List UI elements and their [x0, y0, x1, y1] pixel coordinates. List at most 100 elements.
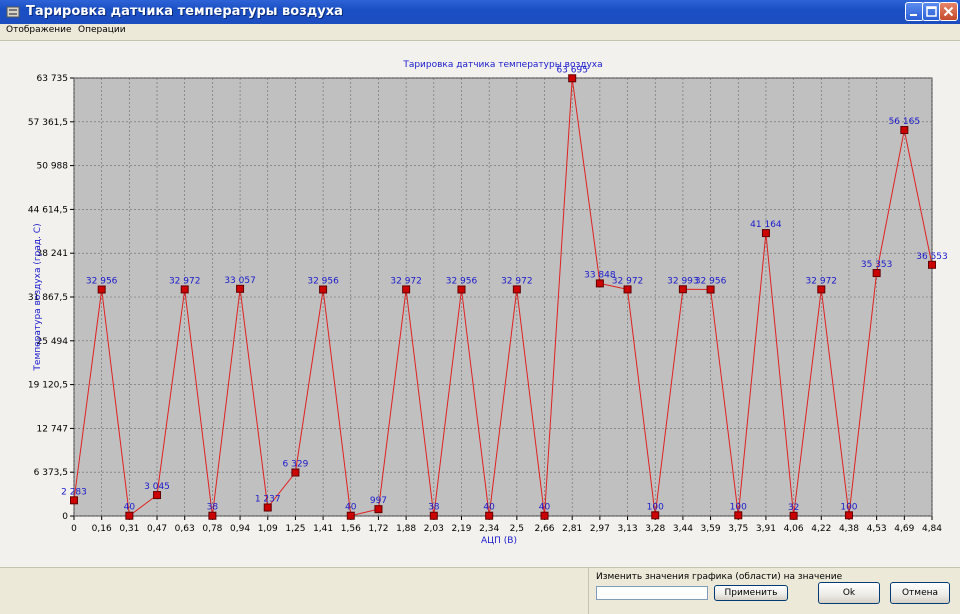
y-tick-label: 50 988	[37, 162, 69, 172]
y-tick-label: 6 373,5	[34, 468, 68, 478]
data-point	[346, 511, 355, 520]
data-point	[153, 491, 162, 500]
data-point	[512, 285, 521, 294]
data-point	[319, 285, 328, 294]
data-point	[457, 285, 466, 294]
data-point	[900, 126, 909, 135]
ok-button[interactable]: Ok	[818, 582, 880, 604]
x-tick-label: 4,53	[867, 524, 887, 534]
minimize-icon	[910, 14, 917, 16]
maximize-icon	[926, 6, 937, 17]
data-label: 100	[647, 502, 664, 512]
x-tick-label: 0,31	[119, 524, 139, 534]
data-label: 1 237	[255, 494, 281, 504]
data-label: 41 164	[750, 220, 782, 230]
y-axis-label: Температура воздуха (град. С)	[33, 223, 43, 371]
apply-button[interactable]: Применить	[714, 585, 788, 601]
cancel-button[interactable]: Отмена	[890, 582, 950, 604]
close-button[interactable]	[939, 2, 958, 21]
x-tick-label: 3,44	[673, 524, 693, 534]
data-label: 32 972	[806, 276, 838, 286]
x-tick-label: 2,97	[590, 524, 610, 534]
data-label: 38	[428, 503, 440, 513]
data-point	[817, 285, 826, 294]
data-label: 40	[345, 503, 357, 513]
data-point	[429, 511, 438, 520]
x-tick-label: 1,88	[396, 524, 416, 534]
data-label: 32 956	[307, 277, 339, 287]
data-label: 56 165	[889, 117, 921, 127]
data-point	[180, 285, 189, 294]
y-tick-label: 12 747	[37, 424, 69, 434]
x-tick-label: 4,69	[894, 524, 914, 534]
data-label: 32 972	[390, 276, 422, 286]
data-point	[623, 285, 632, 294]
x-tick-label: 4,84	[922, 524, 942, 534]
data-label: 100	[840, 502, 857, 512]
change-value-label: Изменить значения графика (области) на з…	[596, 572, 843, 582]
x-tick-label: 3,28	[645, 524, 665, 534]
window-title: Тарировка датчика температуры воздуха	[26, 4, 343, 19]
y-tick-label: 19 120,5	[28, 381, 68, 391]
data-label: 40	[124, 503, 136, 513]
data-label: 63 695	[556, 65, 588, 75]
data-label: 38	[207, 503, 219, 513]
data-label: 32 972	[501, 276, 533, 286]
x-tick-label: 0,94	[230, 524, 250, 534]
data-point	[291, 468, 300, 477]
data-label: 3 045	[144, 482, 170, 492]
data-point	[678, 285, 687, 294]
app-icon	[6, 6, 20, 18]
data-label: 36 553	[916, 252, 948, 262]
data-point	[789, 511, 798, 520]
menu-bar: Отображение Операции	[0, 24, 960, 40]
x-tick-label: 1,09	[258, 524, 278, 534]
x-axis-label: АЦП (В)	[481, 536, 517, 546]
data-point	[208, 511, 217, 520]
data-point	[928, 260, 936, 269]
x-tick-label: 0,63	[175, 524, 195, 534]
data-point	[70, 496, 78, 505]
data-point	[595, 279, 604, 288]
x-tick-label: 2,81	[562, 524, 582, 534]
value-input[interactable]	[596, 586, 708, 600]
menu-operations[interactable]: Операции	[78, 25, 126, 35]
x-tick-label: 1,56	[341, 524, 361, 534]
footer-panel: Изменить значения графика (области) на з…	[0, 568, 960, 614]
x-tick-label: 4,22	[811, 524, 831, 534]
data-label: 32 972	[169, 276, 201, 286]
data-point	[485, 511, 494, 520]
menu-display[interactable]: Отображение	[6, 25, 72, 35]
x-tick-label: 3,13	[618, 524, 638, 534]
y-tick-label: 44 614,5	[28, 205, 68, 215]
data-label: 33 057	[224, 276, 256, 286]
data-point	[651, 511, 660, 520]
data-label: 32 956	[695, 277, 727, 287]
x-tick-label: 4,06	[784, 524, 804, 534]
x-tick-label: 1,25	[285, 524, 305, 534]
y-tick-label: 57 361,5	[28, 118, 68, 128]
data-point	[374, 505, 383, 514]
data-point	[706, 285, 715, 294]
data-point	[125, 511, 134, 520]
close-icon	[943, 6, 954, 17]
data-label: 6 329	[283, 460, 309, 470]
data-point	[97, 285, 106, 294]
data-point	[872, 269, 881, 278]
x-tick-label: 2,5	[510, 524, 524, 534]
x-tick-label: 0,47	[147, 524, 167, 534]
data-label: 35 353	[861, 260, 893, 270]
data-point	[568, 74, 577, 83]
data-label: 32 956	[86, 277, 118, 287]
x-tick-label: 2,03	[424, 524, 444, 534]
data-label: 40	[539, 503, 551, 513]
footer-divider	[588, 568, 589, 614]
data-point	[844, 511, 853, 520]
x-tick-label: 1,72	[368, 524, 388, 534]
x-tick-label: 0	[71, 524, 77, 534]
y-tick-label: 0	[62, 512, 68, 522]
data-label: 997	[370, 496, 387, 506]
x-tick-label: 2,19	[451, 524, 471, 534]
x-tick-label: 4,38	[839, 524, 859, 534]
chart-panel: 0 0,16 0,31 0,47 0,63 0,78 0,94 1,09 1,25 1,41 1,5…	[0, 40, 960, 568]
